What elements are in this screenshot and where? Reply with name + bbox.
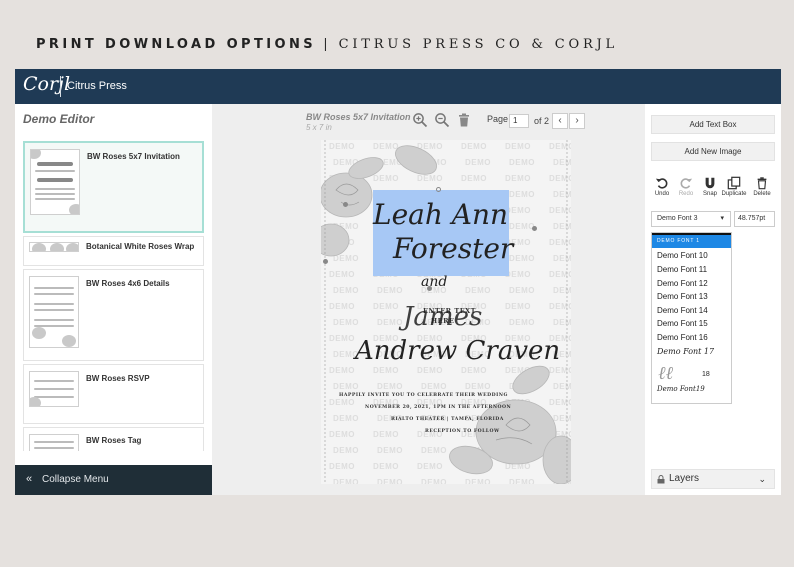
document-title: BW Roses 5x7 Invitation — [306, 112, 411, 122]
template-item-label: BW Roses Tag — [86, 436, 142, 445]
collapse-menu-button[interactable]: « Collapse Menu — [15, 465, 212, 495]
invite-line-1[interactable]: HAPPILY INVITE YOU TO CELEBRATE THEIR WE… — [339, 393, 508, 398]
document-size: 5 x 7 in — [306, 123, 332, 132]
font-option[interactable]: Demo Font 12 — [657, 279, 708, 288]
template-thumbnail — [29, 276, 79, 348]
invite-line-2[interactable]: NOVEMBER 20, 2021, 1PM IN THE AFTERNOON — [365, 405, 511, 410]
undo-icon — [655, 178, 668, 189]
font-option[interactable]: Demo Font19 — [657, 385, 705, 393]
font-option[interactable]: Demo Font 14 — [657, 306, 708, 315]
template-thumbnail — [29, 242, 79, 252]
logo-divider — [60, 76, 61, 97]
font-family-value: Demo Font 3 — [657, 215, 698, 222]
previous-page-button[interactable]: ‹ — [552, 113, 568, 129]
groom-last-name[interactable]: Andrew Craven — [355, 336, 560, 366]
font-option-active[interactable]: DEMO FONT 1 — [652, 235, 731, 248]
font-option[interactable]: Demo Font 16 — [657, 333, 708, 342]
redo-button[interactable]: Redo — [673, 176, 699, 197]
invitation-card[interactable]: DEMODEMODEMODEMODEMODEMODEMODEMODEMODEMO… — [321, 140, 571, 484]
resize-handle[interactable] — [343, 202, 348, 207]
bride-last-name[interactable]: Forester — [393, 232, 513, 265]
next-page-button[interactable]: › — [569, 113, 585, 129]
chevron-down-icon: ⌄ — [758, 474, 766, 484]
font-size-input[interactable]: 48.757pt — [734, 211, 775, 227]
font-option[interactable]: Demo Font 17 — [657, 347, 714, 356]
rotate-handle[interactable] — [436, 187, 441, 192]
invite-line-3[interactable]: RIALTO THEATER | TAMPA, FLORIDA — [391, 417, 504, 422]
editor-app: Corjl Citrus Press Demo Editor BW Roses … — [15, 69, 781, 495]
top-bar: Corjl Citrus Press — [15, 69, 781, 104]
delete-button[interactable]: Delete — [749, 176, 775, 197]
template-thumbnail — [29, 434, 79, 451]
font-family-select[interactable]: Demo Font 3 ▾ — [651, 211, 731, 227]
undo-button[interactable]: Undo — [649, 176, 675, 197]
zoom-in-icon[interactable] — [412, 112, 428, 128]
trash-icon — [757, 177, 767, 190]
template-thumbnail — [29, 371, 79, 407]
canvas-area: BW Roses 5x7 Invitation 5 x 7 in Page 1 … — [212, 104, 645, 495]
banner-subtitle: CITRUS PRESS CO & CORJL — [338, 37, 618, 52]
page-number-input[interactable]: 1 — [509, 114, 529, 128]
brand-name: Citrus Press — [67, 80, 127, 92]
double-chevron-left-icon: « — [26, 473, 33, 485]
magnet-icon — [705, 177, 715, 189]
template-thumbnail — [30, 149, 80, 215]
chevron-left-icon: ‹ — [558, 115, 562, 126]
chevron-down-icon: ▾ — [720, 215, 724, 222]
redo-icon — [680, 178, 693, 189]
page-label: Page — [487, 114, 509, 124]
undo-label: Undo — [654, 191, 670, 197]
groom-first-name[interactable]: James — [403, 302, 482, 332]
corjl-logo[interactable]: Corjl — [23, 73, 70, 95]
template-item-wrap[interactable]: Botanical White Roses Wrap — [23, 236, 204, 266]
and-text[interactable]: and — [421, 274, 447, 290]
trash-icon[interactable] — [456, 112, 472, 128]
duplicate-button[interactable]: Duplicate — [721, 176, 747, 197]
banner-title: PRINT DOWNLOAD OPTIONS — [36, 37, 316, 52]
resize-handle[interactable] — [323, 259, 328, 264]
font-option[interactable]: Demo Font 11 — [657, 265, 707, 274]
delete-label: Delete — [753, 191, 771, 197]
zoom-out-icon[interactable] — [434, 112, 450, 128]
duplicate-label: Duplicate — [721, 191, 747, 197]
add-new-image-button[interactable]: Add New Image — [651, 142, 775, 161]
lock-icon — [657, 475, 665, 484]
right-panel: Add Text Box Add New Image Undo Redo Sna… — [645, 104, 781, 495]
snap-button[interactable]: Snap — [697, 176, 723, 197]
font-option[interactable]: Demo Font 13 — [657, 292, 708, 301]
template-item-5x7-invitation[interactable]: BW Roses 5x7 Invitation — [23, 141, 204, 233]
template-item-label: BW Roses RSVP — [86, 374, 150, 383]
font-option[interactable]: Demo Font 10 — [657, 251, 708, 260]
font-option[interactable]: Demo Font 15 — [657, 319, 708, 328]
add-text-box-button[interactable]: Add Text Box — [651, 115, 775, 134]
layers-panel-toggle[interactable]: Layers ⌄ — [651, 469, 775, 489]
banner-separator: | — [323, 37, 332, 52]
layers-label: Layers — [669, 473, 700, 484]
template-item-label: BW Roses 5x7 Invitation — [87, 152, 180, 161]
page-banner: PRINT DOWNLOAD OPTIONS | CITRUS PRESS CO… — [36, 36, 618, 52]
duplicate-icon — [727, 176, 741, 190]
sidebar-title: Demo Editor — [23, 112, 95, 126]
template-item-label: BW Roses 4x6 Details — [86, 279, 170, 288]
snap-label: Snap — [702, 191, 717, 197]
template-item-tag[interactable]: BW Roses Tag — [23, 427, 204, 451]
page-count: of 2 — [534, 116, 550, 126]
font-option[interactable]: 18 — [702, 371, 710, 378]
font-dropdown[interactable]: DEMO FONT 1 Demo Font 10 Demo Font 11 De… — [651, 232, 732, 404]
template-list[interactable]: BW Roses 5x7 Invitation Botanical White … — [23, 141, 204, 451]
resize-handle[interactable] — [532, 226, 537, 231]
template-item-4x6-details[interactable]: BW Roses 4x6 Details — [23, 269, 204, 361]
template-item-rsvp[interactable]: BW Roses RSVP — [23, 364, 204, 424]
invite-line-4[interactable]: RECEPTION TO FOLLOW — [425, 429, 500, 434]
redo-label: Redo — [678, 191, 694, 197]
chevron-right-icon: › — [575, 115, 579, 126]
sidebar: Demo Editor BW Roses 5x7 Invitation Bota… — [15, 104, 212, 495]
font-option-scribble[interactable]: ℓℓ — [658, 363, 673, 384]
collapse-menu-label: Collapse Menu — [42, 474, 109, 485]
template-item-label: Botanical White Roses Wrap — [86, 242, 195, 251]
bride-first-name[interactable]: Leah Ann — [373, 198, 508, 231]
